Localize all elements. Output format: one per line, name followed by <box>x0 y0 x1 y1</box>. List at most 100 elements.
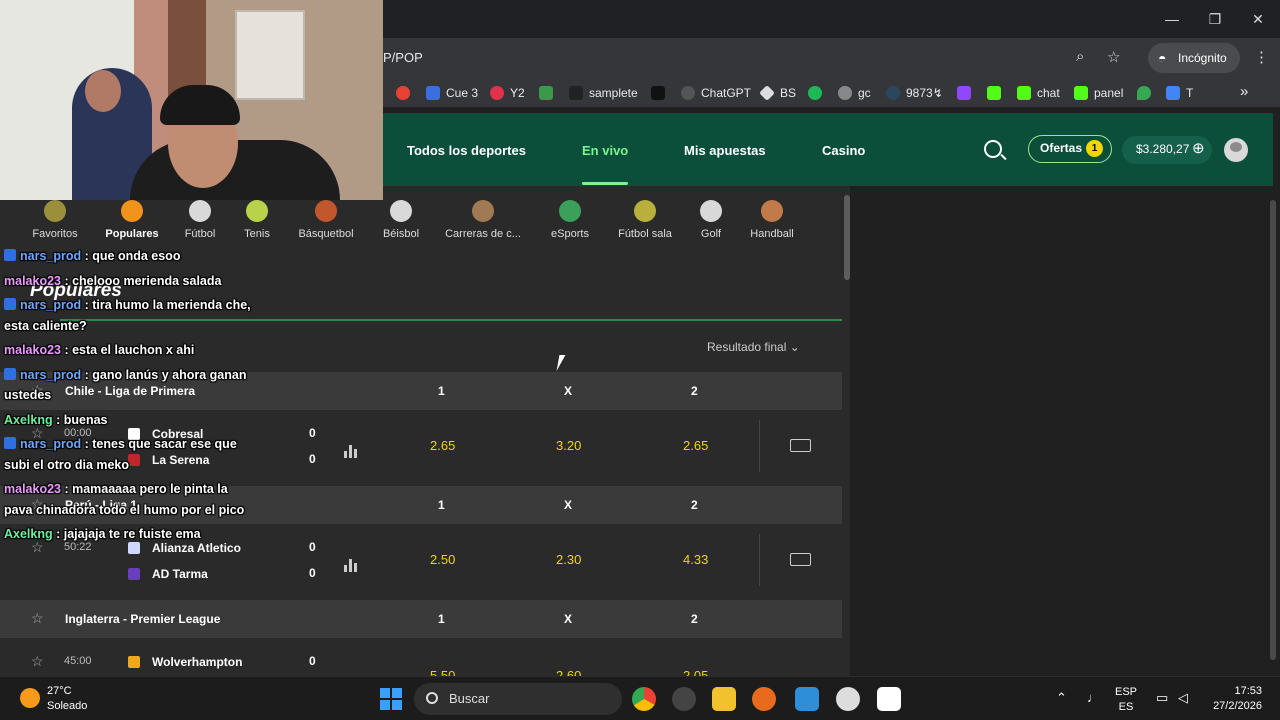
incognito-label: Incógnito <box>1178 51 1227 65</box>
bookmark-star-icon[interactable]: ☆ <box>1107 48 1120 66</box>
chat-username[interactable]: malako23 <box>4 482 61 496</box>
odd-button-0[interactable]: 5.50 <box>430 668 455 676</box>
language-indicator[interactable]: ESP ES <box>1115 685 1137 715</box>
maximize-button[interactable]: ❐ <box>1200 8 1230 30</box>
chat-username[interactable]: nars_prod <box>20 368 81 382</box>
tab-mis-apuestas[interactable]: Mis apuestas <box>684 143 766 158</box>
chrome-icon[interactable] <box>632 687 656 711</box>
stream-chat-overlay: nars_prod : que onda esoo malako23 : chel… <box>4 246 254 549</box>
away-kit-icon <box>128 568 140 580</box>
tab-todos-los-deportes[interactable]: Todos los deportes <box>407 143 526 158</box>
kick-icon <box>987 86 1001 100</box>
bookmark-steam[interactable]: 9873↯ <box>886 86 943 100</box>
chat-username[interactable]: Axelkng <box>4 527 53 541</box>
chat-username[interactable]: malako23 <box>4 274 61 288</box>
fl-studio-icon[interactable] <box>752 687 776 711</box>
odd-button-0[interactable]: 2.65 <box>430 438 455 453</box>
capcut-icon[interactable] <box>877 687 901 711</box>
chat-text: que onda esoo <box>92 249 181 263</box>
close-button[interactable]: ✕ <box>1243 8 1273 30</box>
tab-casino[interactable]: Casino <box>822 143 865 158</box>
event-row[interactable]: ☆ 45:00 Wolverhampton 0 5.50 2.60 2.05 <box>0 638 842 676</box>
chat-username[interactable]: malako23 <box>4 343 61 357</box>
weather-widget[interactable]: 27°C Soleado <box>47 684 87 714</box>
sport-filter-5[interactable]: Béisbol <box>361 200 441 240</box>
network-icon[interactable]: ▭ <box>1156 690 1168 705</box>
chat-username[interactable]: nars_prod <box>20 249 81 263</box>
bookmark-cue3[interactable]: Cue 3 <box>426 86 478 100</box>
user-avatar[interactable] <box>1224 138 1248 162</box>
bookmark-kick[interactable] <box>987 86 1007 100</box>
tray-chevron-up-icon[interactable]: ⌃ <box>1056 690 1067 705</box>
bookmark-maps[interactable] <box>1137 86 1157 100</box>
sport-filter-3[interactable]: Tenis <box>217 200 297 240</box>
odd-button-2[interactable]: 2.65 <box>683 438 708 453</box>
market-selector[interactable]: Resultado final ⌄ <box>707 340 800 354</box>
sport-filter-4[interactable]: Básquetbol <box>286 200 366 240</box>
stats-icon[interactable] <box>344 444 358 458</box>
search-icon[interactable] <box>984 140 1002 158</box>
stats-icon[interactable] <box>344 558 358 572</box>
odd-button-1[interactable]: 2.60 <box>556 668 581 676</box>
sun-icon[interactable] <box>20 688 40 708</box>
live-stream-icon[interactable] <box>790 439 811 452</box>
minimize-button[interactable]: — <box>1157 8 1187 30</box>
bookmark-bs[interactable]: BS <box>759 85 796 101</box>
zoom-icon[interactable]: ⌕ <box>1076 48 1084 65</box>
bookmark-tiktok[interactable] <box>651 86 671 100</box>
taskbar-clock[interactable]: 17:53 27/2/2026 <box>1210 684 1262 714</box>
bookmark-chatgpt[interactable]: ChatGPT <box>681 86 751 100</box>
bookmark-panel[interactable]: panel <box>1074 86 1123 100</box>
taskbar-search[interactable]: Buscar <box>414 683 622 715</box>
clock-time: 17:53 <box>1234 685 1262 697</box>
bookmark-spotify[interactable] <box>808 86 828 100</box>
volume-icon[interactable]: ◁ <box>1178 690 1188 705</box>
browser-menu-icon[interactable]: ⋮ <box>1254 48 1269 66</box>
chat-message: nars_prod : tenes que sacar ese que subi… <box>4 434 254 475</box>
favorite-star-icon[interactable]: ☆ <box>31 653 44 670</box>
sport-filter-7[interactable]: eSports <box>530 200 610 240</box>
notepad-icon[interactable] <box>795 687 819 711</box>
favorite-star-icon[interactable]: ☆ <box>31 610 44 627</box>
bookmark-samplete[interactable]: samplete <box>569 86 638 100</box>
balance-button[interactable]: $3.280,27 ⊕ <box>1122 136 1212 164</box>
tab-en-vivo[interactable]: En vivo <box>582 143 628 158</box>
bookmarks-overflow-icon[interactable]: » <box>1240 83 1248 100</box>
bookmark-translate[interactable]: T <box>1166 86 1193 100</box>
odd-button-0[interactable]: 2.50 <box>430 552 455 567</box>
bookmark-chat[interactable]: chat <box>1017 86 1060 100</box>
microphone-icon[interactable]: ♩ <box>1087 690 1100 705</box>
windows-taskbar: 27°C Soleado Buscar ⌃ ♩ ESP ES ▭ ◁ 17:53… <box>0 676 1280 720</box>
odd-button-2[interactable]: 2.05 <box>683 668 708 676</box>
incognito-badge[interactable]: ◓ Incógnito <box>1148 43 1240 73</box>
chat-separator: : <box>52 412 64 427</box>
content-scrollbar[interactable] <box>844 195 850 280</box>
live-pitch-icon[interactable] <box>790 553 811 566</box>
file-explorer-icon[interactable] <box>712 687 736 711</box>
active-tab-indicator <box>582 182 628 185</box>
odd-button-1[interactable]: 3.20 <box>556 438 581 453</box>
sport-filter-10[interactable]: Handball <box>732 200 812 240</box>
bookmark-365[interactable] <box>539 86 559 100</box>
bookmark-gc[interactable]: gc <box>838 86 871 100</box>
url-field[interactable]: P/POP <box>383 50 423 65</box>
sport-filter-0[interactable]: Favoritos <box>15 200 95 240</box>
chat-username[interactable]: Axelkng <box>4 413 53 427</box>
league-name[interactable]: Inglaterra - Premier League <box>65 612 220 626</box>
chat-username[interactable]: nars_prod <box>20 437 81 451</box>
app-settings-icon[interactable] <box>672 687 696 711</box>
s-icon <box>569 86 583 100</box>
odd-button-1[interactable]: 2.30 <box>556 552 581 567</box>
clock-date: 27/2/2026 <box>1213 700 1262 712</box>
chat-username[interactable]: nars_prod <box>20 298 81 312</box>
odd-button-2[interactable]: 4.33 <box>683 552 708 567</box>
windows-start-icon[interactable] <box>380 688 402 710</box>
bookmark-apps[interactable] <box>396 86 416 100</box>
bookmark-y2[interactable]: Y2 <box>490 86 525 100</box>
obs-icon[interactable] <box>836 687 860 711</box>
horse-icon <box>472 200 494 222</box>
sport-filter-6[interactable]: Carreras de c... <box>443 200 523 240</box>
bookmark-twitch[interactable] <box>957 86 977 100</box>
page-scrollbar[interactable] <box>1270 200 1276 660</box>
offers-button[interactable]: Ofertas 1 <box>1028 135 1112 163</box>
